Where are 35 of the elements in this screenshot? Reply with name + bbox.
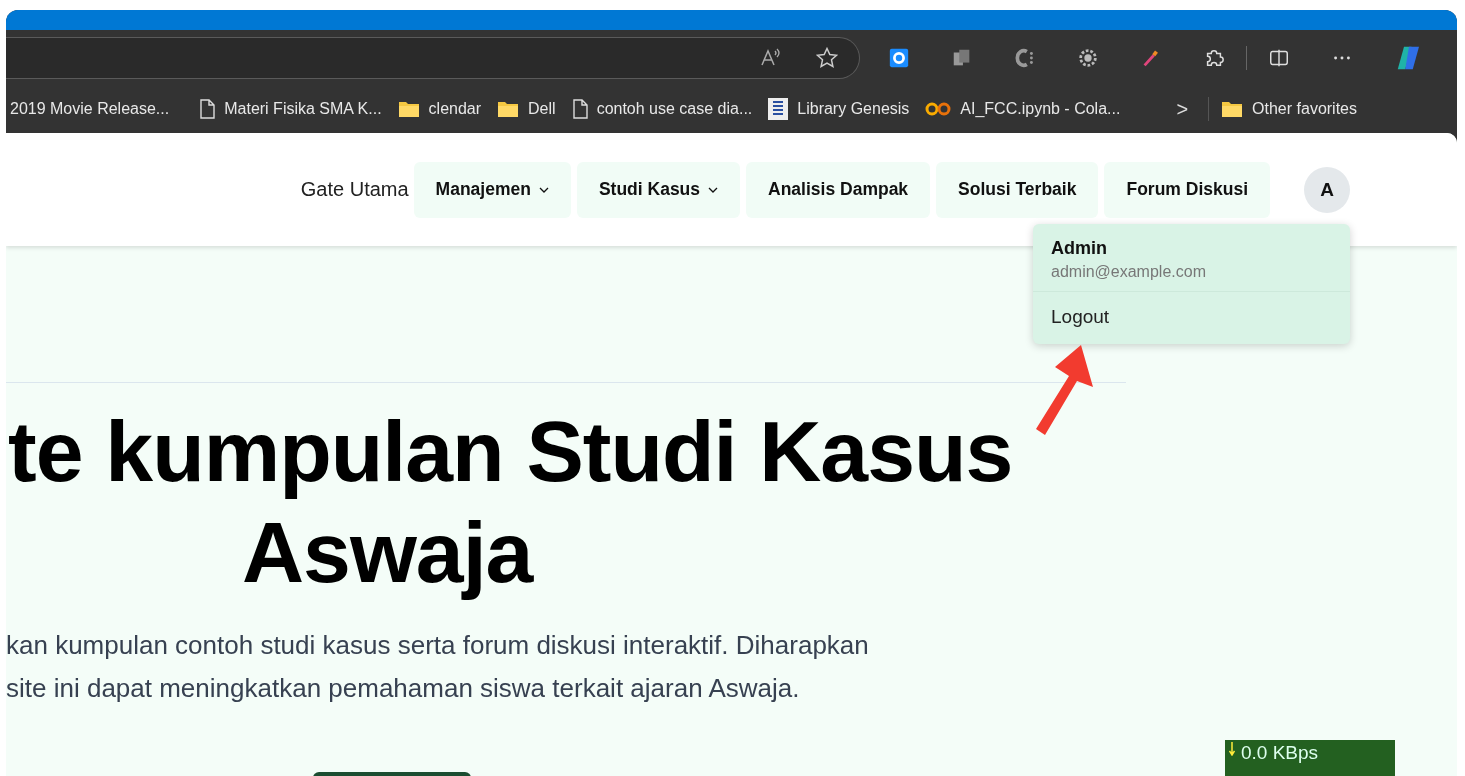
nav-button[interactable]: Solusi Terbaik (936, 161, 1099, 218)
download-arrow-icon (1229, 742, 1235, 756)
nav-button[interactable]: Studi Kasus (576, 161, 741, 218)
extension-icon[interactable] (1077, 46, 1099, 69)
hero-title: te kumpulan Studi Kasus Aswaja (7, 402, 1014, 603)
extension-icon[interactable] (888, 46, 910, 69)
hero-description: kan kumpulan contoh studi kasus serta forum diskusi interaktif. Diharapkan site ini dapat meningkatkan pemahaman siswa terkait ajaran Aswaja. (6, 628, 870, 705)
bookmark-folder[interactable]: Other favorites (1217, 100, 1357, 118)
chevron-down-icon (708, 186, 719, 193)
folder-icon (397, 100, 420, 118)
nav-button[interactable]: Analisis Dampak (746, 161, 931, 218)
menu-item[interactable]: Logout (1033, 292, 1350, 344)
folder-icon (497, 100, 520, 118)
bookmark-link[interactable]: clendar (393, 100, 494, 118)
brand-link[interactable]: Gate Utama (300, 178, 409, 201)
bookmark-link[interactable]: Library Genesis (764, 98, 922, 120)
bookmark-link[interactable]: 2019 Movie Release... (6, 100, 182, 118)
avatar-button[interactable]: A (1304, 166, 1350, 213)
page-icon (199, 99, 216, 119)
book-icon (768, 98, 789, 120)
nav-button[interactable]: Manajemen (413, 161, 571, 218)
bookmark-link[interactable]: AI_FCC.ipynb - Cola... (921, 100, 1133, 118)
bookmark-link[interactable]: Materi Fisika SMA K... (195, 99, 394, 119)
nav-button[interactable]: Forum Diskusi (1104, 161, 1270, 218)
infinity-icon (925, 101, 952, 117)
star-icon[interactable] (815, 45, 839, 70)
bookmark-link[interactable]: contoh use case dia... (567, 99, 765, 119)
download-speed: 0.0 KBps (1241, 742, 1319, 764)
bookmark-link[interactable]: Dell (493, 100, 568, 118)
user-email: admin@example.com (1051, 263, 1207, 281)
more-bookmarks-chevron[interactable]: > (1176, 97, 1189, 121)
page-icon (571, 99, 588, 119)
user-name: Admin (1051, 238, 1108, 259)
chevron-down-icon (538, 186, 549, 193)
folder-icon (1221, 100, 1244, 118)
